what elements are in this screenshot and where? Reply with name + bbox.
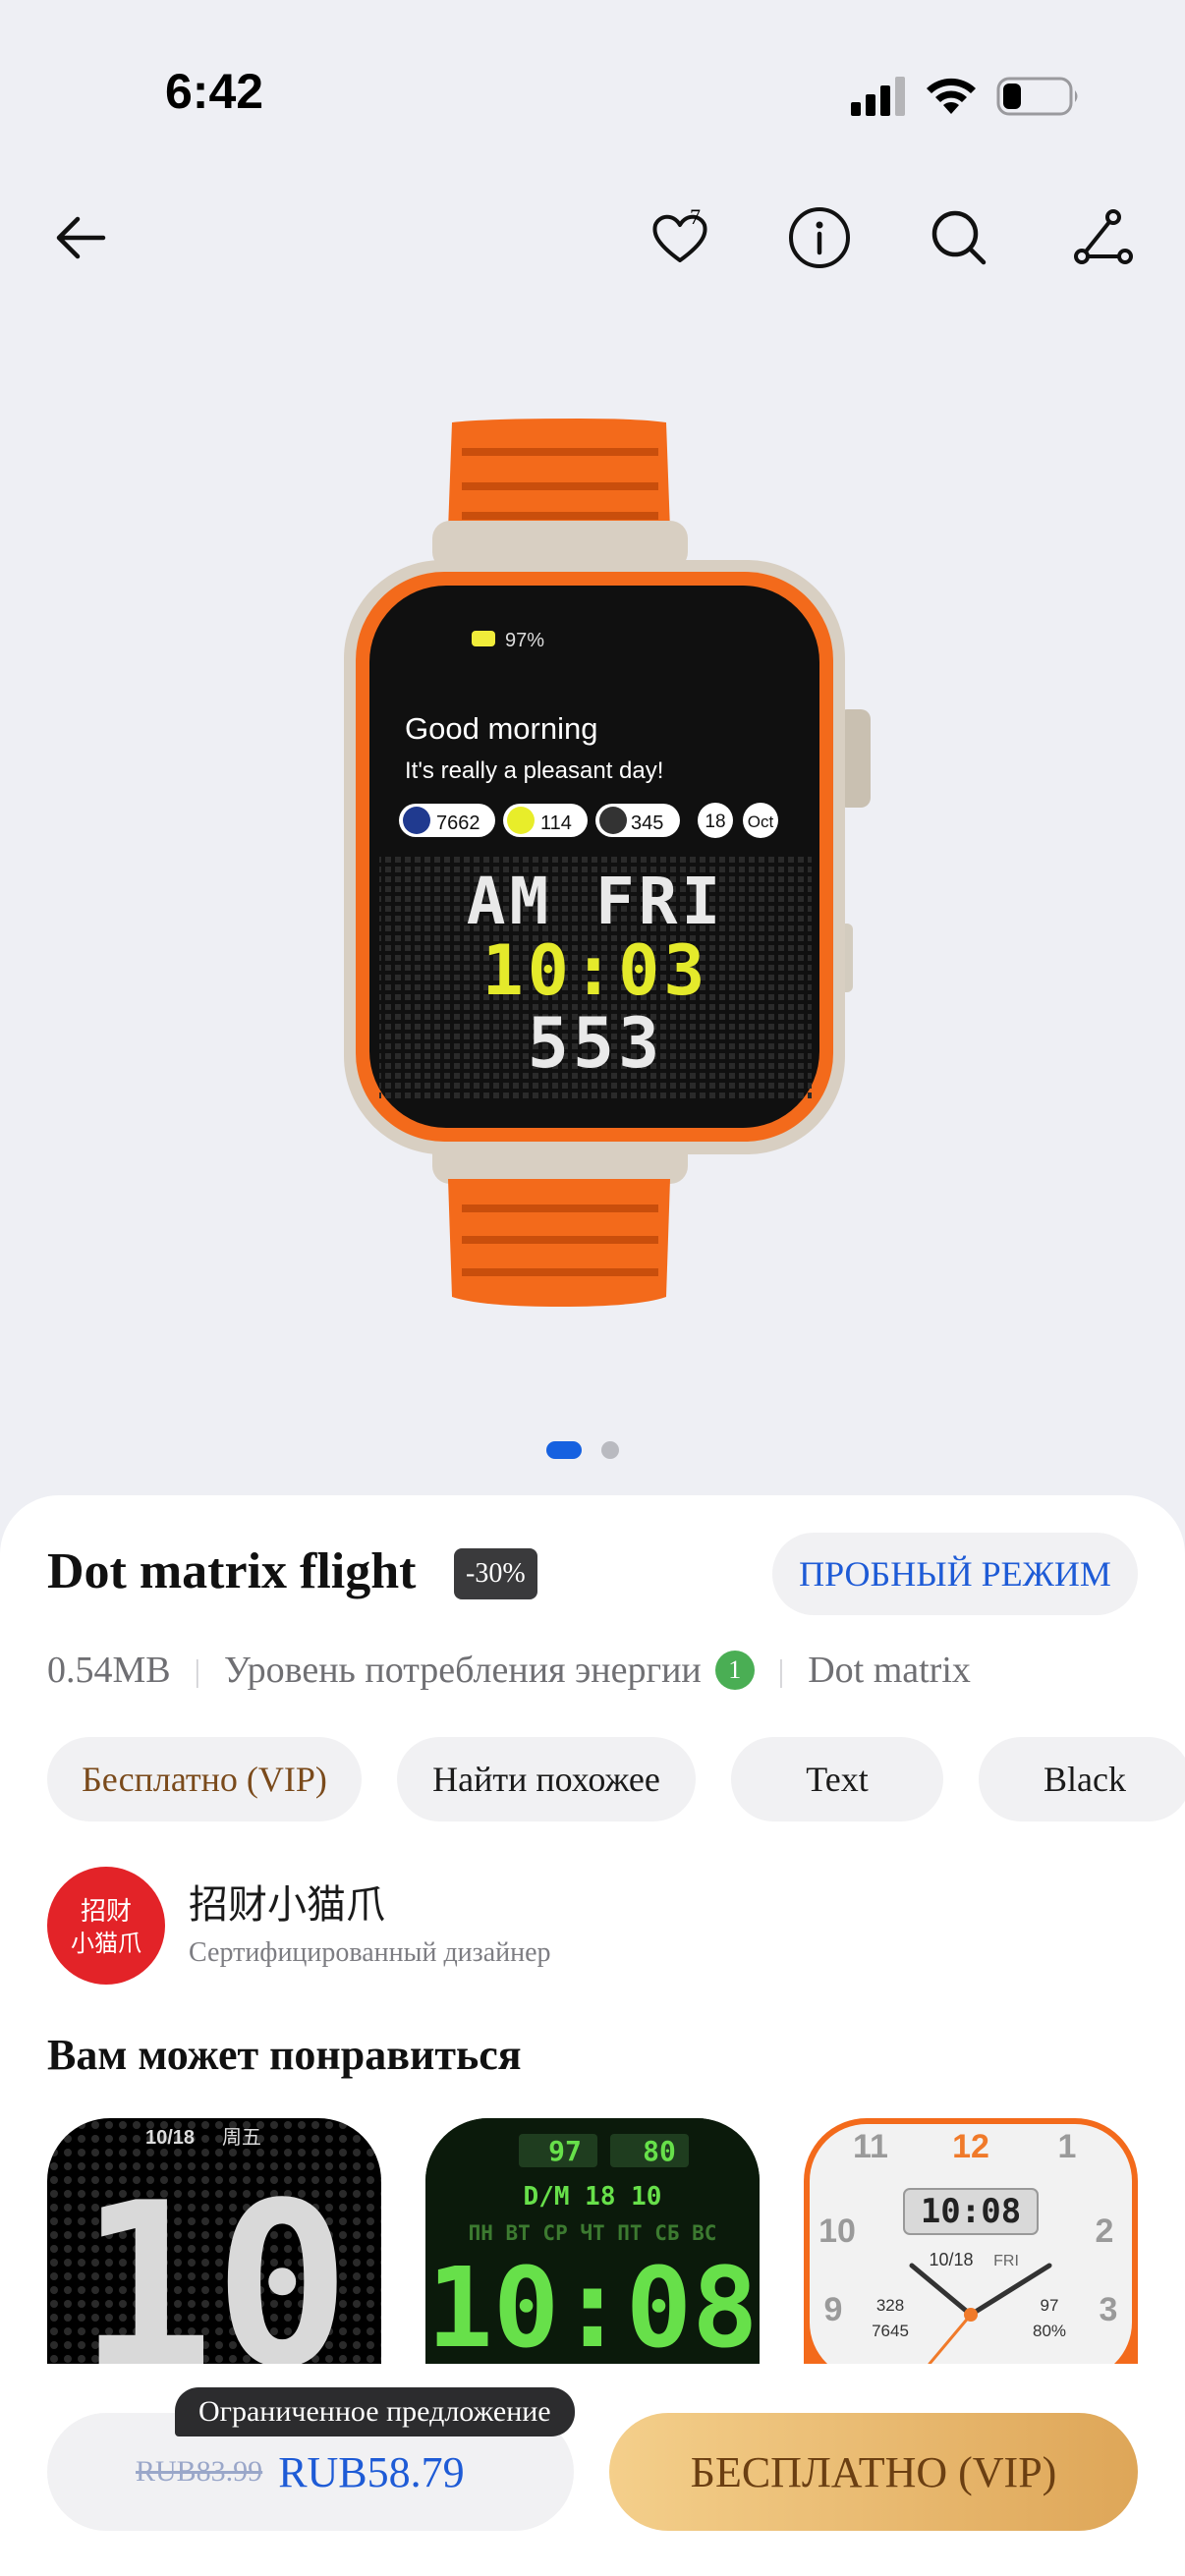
thumb3-stat-2: 7645 xyxy=(872,2322,909,2340)
watch-steps-icon xyxy=(403,807,430,834)
chip-free-vip[interactable]: Бесплатно (VIP) xyxy=(47,1737,362,1821)
thumb2-days: ПН ВТ СР ЧТ ПТ СБ ВС xyxy=(469,2221,717,2245)
thumb1-weekday: 周五 xyxy=(222,2125,261,2149)
avatar-text-2: 小猫爪 xyxy=(71,1930,141,1957)
designer-avatar[interactable]: 招财 小猫爪 xyxy=(47,1867,165,1985)
file-size: 0.54MB xyxy=(47,1650,171,1691)
free-vip-button[interactable]: БЕСПЛАТНО (VIP) xyxy=(609,2413,1138,2531)
thumb3-num-1: 1 xyxy=(1058,2128,1077,2165)
watch-heart-icon xyxy=(507,807,535,834)
share-button[interactable] xyxy=(1061,196,1144,279)
status-bar: 6:42 xyxy=(0,0,1185,187)
search-button[interactable] xyxy=(918,196,1000,279)
designer-subtitle: Сертифицированный дизайнер xyxy=(189,1937,551,1968)
designer-name[interactable]: 招财小猫爪 xyxy=(189,1873,385,1930)
recommendations-title: Вам может понравиться xyxy=(47,2031,522,2079)
status-time: 6:42 xyxy=(165,64,264,119)
watch-battery-icon xyxy=(472,631,495,646)
tag-chips: Бесплатно (VIP) Найти похожее Text Black xyxy=(47,1737,1185,1821)
thumb3-num-10: 10 xyxy=(818,2212,856,2250)
watch-subtitle: It's really a pleasant day! xyxy=(405,757,663,784)
carousel-dot-active[interactable] xyxy=(546,1441,582,1459)
thumb3-date: 10/18 xyxy=(929,2250,973,2269)
watch-calories-icon xyxy=(599,807,627,834)
thumb3-stat-1: 328 xyxy=(876,2296,904,2315)
thumb3-num-11: 11 xyxy=(853,2128,888,2165)
favorite-button[interactable] xyxy=(639,196,721,279)
watch-preview-image[interactable]: 97% Good morning It's really a pleasant … xyxy=(324,393,894,1316)
new-price: RUB58.79 xyxy=(278,2447,465,2496)
thumb3-time: 10:08 xyxy=(921,2192,1021,2231)
search-icon xyxy=(931,210,987,265)
top-navigation xyxy=(0,196,1185,295)
thumb3-num-2: 2 xyxy=(1096,2212,1114,2250)
thumb2-time: 10:08 xyxy=(426,2245,758,2364)
watch-day: 18 xyxy=(705,812,725,832)
thumb1-digits: 10 xyxy=(79,2156,351,2364)
product-title: Dot matrix flight xyxy=(47,1543,417,1599)
favorites-count: 7 xyxy=(690,204,701,229)
thumb1-date: 10/18 xyxy=(145,2127,195,2149)
chip-find-similar[interactable]: Найти похожее xyxy=(397,1737,696,1821)
recommendation-card[interactable]: 97 80 D/M 18 10 ПН ВТ СР ЧТ ПТ СБ ВС 10:… xyxy=(425,2118,760,2364)
watch-heart: 114 xyxy=(540,812,572,834)
watch-steps: 7662 xyxy=(436,812,480,834)
watch-battery-text: 97% xyxy=(505,630,544,651)
carousel-dot[interactable] xyxy=(601,1441,619,1459)
thumb3-num-12: 12 xyxy=(952,2128,989,2165)
style-label: Dot matrix xyxy=(808,1650,971,1691)
chip-text[interactable]: Text xyxy=(731,1737,943,1821)
avatar-text-1: 招财 xyxy=(81,1897,132,1927)
info-icon xyxy=(789,207,850,268)
share-icon xyxy=(1074,209,1133,264)
watch-line-1: AM FRI xyxy=(467,864,724,939)
watch-line-3: 553 xyxy=(528,1003,663,1084)
recommendation-card[interactable]: 10/18 周五 10 xyxy=(47,2118,381,2364)
recommendation-card[interactable]: 11 12 1 10 2 9 3 10:08 10/18 FRI 328 764… xyxy=(804,2118,1138,2364)
watch-line-2: 10:03 xyxy=(482,930,709,1011)
thumb3-stat-4: 80% xyxy=(1033,2322,1066,2340)
energy-label: Уровень потребления энергии xyxy=(224,1650,702,1691)
back-arrow-icon xyxy=(56,216,106,259)
energy-level-badge[interactable]: 1 xyxy=(714,1651,755,1690)
cellular-signal-icon xyxy=(851,77,905,116)
thumb3-num-3: 3 xyxy=(1100,2291,1118,2328)
watch-band-top xyxy=(432,419,688,570)
info-button[interactable] xyxy=(778,196,861,279)
watch-calories: 345 xyxy=(631,812,663,834)
divider: | xyxy=(777,1652,785,1688)
carousel-indicator xyxy=(546,1440,619,1460)
thumb2-value-1: 97 xyxy=(548,2135,582,2167)
thumb3-weekday: FRI xyxy=(993,2253,1019,2269)
watch-month: Oct xyxy=(748,812,774,831)
heart-icon xyxy=(652,214,707,262)
product-meta: 0.54MB | Уровень потребления энергии 1 |… xyxy=(47,1643,971,1698)
thumb3-stat-3: 97 xyxy=(1041,2296,1059,2315)
thumb2-value-2: 80 xyxy=(643,2135,676,2167)
watch-greeting: Good morning xyxy=(405,711,597,746)
thumb3-num-9: 9 xyxy=(824,2291,843,2328)
back-button[interactable] xyxy=(39,196,122,279)
watch-band-bottom xyxy=(432,1135,688,1307)
divider: | xyxy=(194,1652,201,1688)
chip-black[interactable]: Black xyxy=(979,1737,1185,1821)
battery-icon xyxy=(996,77,1078,116)
wifi-icon xyxy=(927,78,976,114)
limited-offer-tag: Ограниченное предложение xyxy=(175,2387,575,2436)
trial-mode-button[interactable]: ПРОБНЫЙ РЕЖИМ xyxy=(772,1533,1138,1615)
thumb2-date: D/M 18 10 xyxy=(524,2182,662,2212)
discount-badge: -30% xyxy=(454,1548,537,1599)
old-price: RUB83.99 xyxy=(136,2455,263,2488)
